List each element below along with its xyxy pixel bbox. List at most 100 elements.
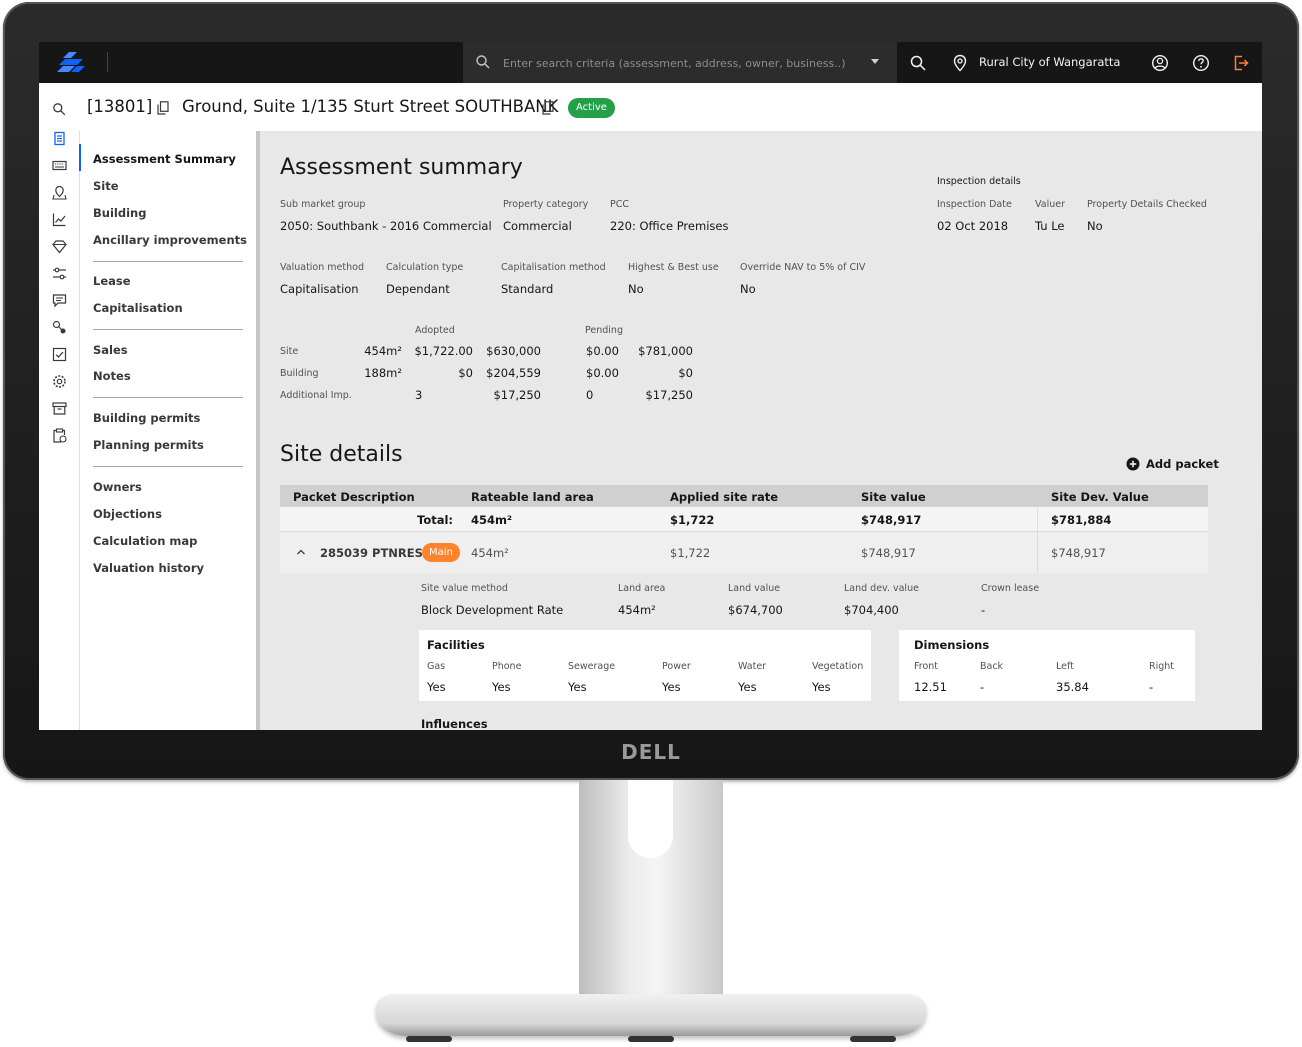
facilities-title: Facilities <box>427 638 485 652</box>
stand-foot <box>850 1036 896 1042</box>
field-value: 12.51 <box>914 680 947 694</box>
monitor-stand-base <box>376 994 926 1042</box>
nav-building[interactable]: Building <box>93 206 146 220</box>
clipboard-time-icon[interactable] <box>52 428 67 443</box>
copy-address-icon[interactable] <box>542 101 554 115</box>
adopted-label: Adopted <box>415 325 455 336</box>
rail-search-icon[interactable] <box>52 102 66 116</box>
add-circle-icon <box>1126 457 1140 471</box>
nav-ancillary-improvements[interactable]: Ancillary improvements <box>93 233 247 247</box>
field-value: No <box>740 282 756 296</box>
nav-valuation-history[interactable]: Valuation history <box>93 561 204 575</box>
field-value: - <box>980 680 985 694</box>
field-label: Land dev. value <box>844 583 919 594</box>
add-packet-label: Add packet <box>1146 457 1219 471</box>
field-value: Yes <box>492 680 511 694</box>
add-packet-button[interactable]: Add packet <box>1126 457 1219 471</box>
nav-building-permits[interactable]: Building permits <box>93 411 200 425</box>
monitor-brand-logo: DELL <box>621 740 681 764</box>
field-value: - <box>981 603 986 617</box>
search-input[interactable] <box>503 52 863 74</box>
column-header[interactable]: Packet Description <box>293 490 415 504</box>
value-row-adopted: $204,559 <box>486 366 541 380</box>
assessment-list-icon[interactable] <box>52 131 67 146</box>
archive-icon[interactable] <box>52 401 67 416</box>
cable-hole <box>628 780 673 858</box>
packet-area: 454m² <box>471 546 509 560</box>
top-bar: Rural City of Wangaratta <box>39 42 1262 83</box>
map-location-icon[interactable] <box>52 185 67 200</box>
facilities-card: Facilities Gas Yes Phone Yes Sewerage Ye… <box>419 630 871 701</box>
chart-line-icon[interactable] <box>52 212 67 227</box>
field-label: Site value method <box>421 583 508 594</box>
nav-planning-permits[interactable]: Planning permits <box>93 438 204 452</box>
field-value: 220: Office Premises <box>610 219 729 233</box>
council-name[interactable]: Rural City of Wangaratta <box>979 55 1120 69</box>
nav-objections[interactable]: Objections <box>93 507 162 521</box>
nav-capitalisation[interactable]: Capitalisation <box>93 301 183 315</box>
column-header[interactable]: Site Dev. Value <box>1051 490 1149 504</box>
field-value: Yes <box>427 680 446 694</box>
column-header[interactable]: Rateable land area <box>471 490 594 504</box>
topbar-divider <box>107 52 108 72</box>
section-nav: Assessment Summary Site Building Ancilla… <box>81 131 256 730</box>
assessment-header: [13801] Ground, Suite 1/135 Sturt Street… <box>39 83 1262 131</box>
search-icon <box>476 55 490 69</box>
keyboard-icon[interactable] <box>52 158 67 173</box>
column-header[interactable]: Site value <box>861 490 926 504</box>
field-value: Standard <box>501 282 554 296</box>
assessment-id: [13801] <box>87 97 153 116</box>
site-details-title: Site details <box>280 442 403 467</box>
field-value: $704,400 <box>844 603 899 617</box>
nav-owners[interactable]: Owners <box>93 480 142 494</box>
search-icon[interactable] <box>909 54 927 72</box>
help-icon[interactable] <box>1192 54 1210 72</box>
nav-notes[interactable]: Notes <box>93 369 131 383</box>
field-label: Land value <box>728 583 781 594</box>
nav-assessment-summary[interactable]: Assessment Summary <box>93 152 236 166</box>
field-label: Land area <box>618 583 666 594</box>
field-label: Calculation type <box>386 262 464 273</box>
field-label: Highest & Best use <box>628 262 719 273</box>
search-scope-chevron-down-icon[interactable] <box>871 59 879 64</box>
copy-id-icon[interactable] <box>157 101 169 115</box>
diamond-icon[interactable] <box>52 239 67 254</box>
field-value: Commercial <box>503 219 572 233</box>
field-value: Yes <box>568 680 587 694</box>
field-label: Right <box>1149 661 1175 672</box>
nav-calculation-map[interactable]: Calculation map <box>93 534 197 548</box>
field-label: PCC <box>610 199 629 210</box>
column-divider <box>1037 507 1038 531</box>
field-label: Inspection Date <box>937 199 1012 210</box>
sliders-icon[interactable] <box>52 266 67 281</box>
location-pin-icon[interactable] <box>951 54 969 72</box>
column-header[interactable]: Applied site rate <box>670 490 778 504</box>
field-label: Sewerage <box>568 661 616 672</box>
user-avatar-icon[interactable] <box>1151 54 1169 72</box>
settings-gear-icon[interactable] <box>52 374 67 389</box>
table-row[interactable]: 285039 PTNRES Main 454m² $1,722 $748,917… <box>280 533 1208 573</box>
nav-lease[interactable]: Lease <box>93 274 131 288</box>
field-label: Phone <box>492 661 522 672</box>
main-tag-badge: Main <box>422 543 460 562</box>
nav-site[interactable]: Site <box>93 179 119 193</box>
nav-divider <box>93 397 243 398</box>
comment-icon[interactable] <box>52 293 67 308</box>
monitor-bezel: Rural City of Wangaratta <box>3 2 1299 780</box>
nav-sales[interactable]: Sales <box>93 343 128 357</box>
global-search[interactable] <box>463 42 897 83</box>
chevron-up-icon[interactable] <box>296 547 306 557</box>
checkbox-icon[interactable] <box>52 347 67 362</box>
packet-dev-value: $748,917 <box>1051 546 1106 560</box>
value-row-area: 188m² <box>364 366 402 380</box>
key-icon[interactable] <box>52 320 67 335</box>
value-row-adopted: $17,250 <box>493 388 541 402</box>
logout-icon[interactable] <box>1232 54 1250 72</box>
field-label: Crown lease <box>981 583 1040 594</box>
field-label: Water <box>738 661 767 672</box>
value-row-count: 3 <box>415 388 423 402</box>
field-value: Dependant <box>386 282 450 296</box>
stand-foot <box>406 1036 452 1042</box>
app-logo-icon[interactable] <box>57 51 87 75</box>
value-row-pending: $17,250 <box>645 388 693 402</box>
